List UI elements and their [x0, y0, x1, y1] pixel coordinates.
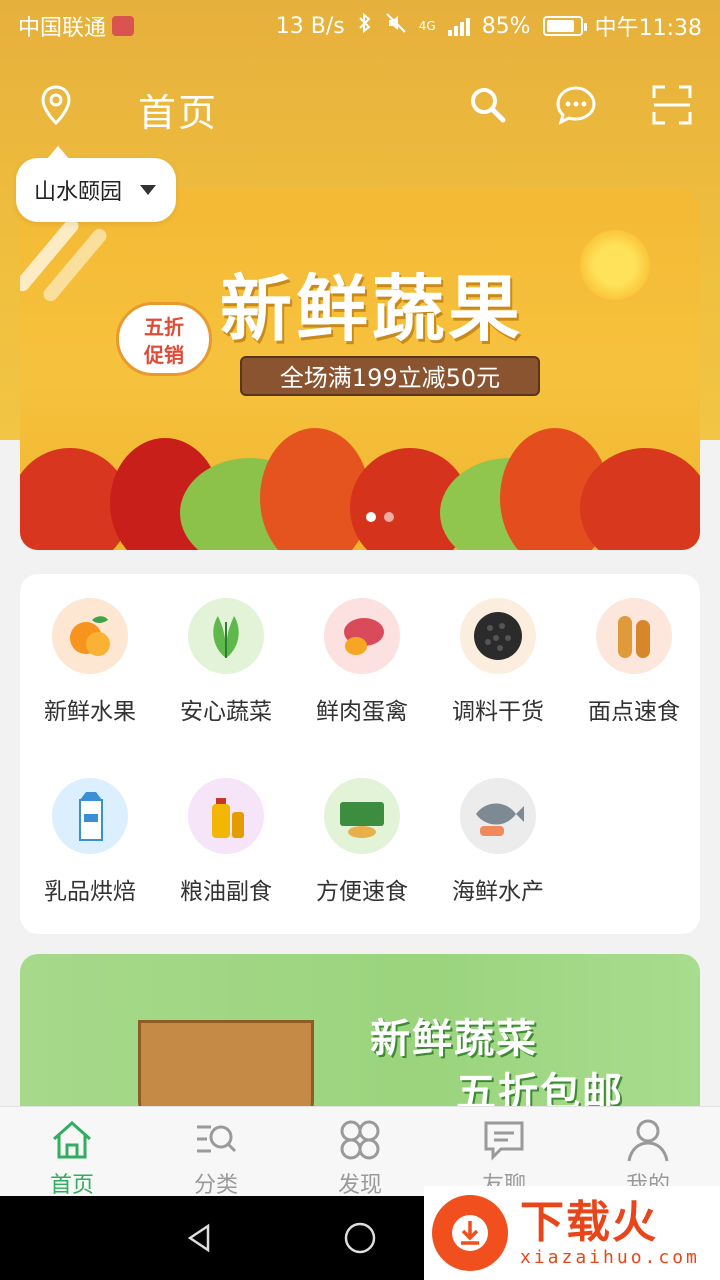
caret-down-icon [140, 185, 157, 195]
tab-profile[interactable]: 我的 [576, 1107, 720, 1198]
carrier-badge-icon [112, 16, 135, 36]
category-item[interactable]: 海鲜水产 [430, 778, 566, 906]
fruit-icon [52, 598, 128, 674]
battery-icon [542, 16, 587, 36]
scan-icon[interactable] [642, 72, 702, 138]
badge-line-2: 促销 [144, 343, 184, 367]
profile-icon [624, 1117, 672, 1163]
oil-icon [188, 778, 264, 854]
instant-noodle-icon [324, 778, 400, 854]
home-icon [48, 1117, 96, 1163]
category-item[interactable]: 粮油副食 [158, 778, 294, 906]
meat-egg-icon [324, 598, 400, 674]
category-item[interactable]: 乳品烘焙 [22, 778, 158, 906]
search-icon[interactable] [458, 72, 518, 138]
category-grid: 新鲜水果 安心蔬菜 鲜肉蛋禽 调料干货 面点速食乳品烘焙 粮油副食 方便速食 海鲜水产 [20, 574, 700, 934]
milk-icon [52, 778, 128, 854]
tab-label: 发现 [337, 1173, 382, 1198]
category-item[interactable]: 方便速食 [294, 778, 430, 906]
category-label: 方便速食 [316, 879, 408, 905]
chat-icon [480, 1117, 528, 1163]
watermark: 下载火 xiazaihuo.com [424, 1186, 720, 1280]
page-title: 首页 [138, 91, 219, 135]
carrier-name: 中国联通 [18, 16, 107, 41]
signal-icon [447, 16, 470, 36]
category-item[interactable]: 新鲜水果 [22, 598, 158, 726]
discover-icon [336, 1117, 384, 1163]
category-label: 海鲜水产 [452, 879, 544, 905]
location-selector[interactable]: 山水颐园 [16, 146, 176, 222]
tab-home[interactable]: 首页 [0, 1107, 144, 1198]
location-name: 山水颐园 [34, 180, 123, 205]
battery-percent: 85% [481, 13, 531, 39]
message-icon[interactable] [546, 72, 606, 138]
watermark-cn: 下载火 [520, 1196, 658, 1248]
net-speed: 13 B/s [275, 13, 345, 39]
category-item[interactable]: 调料干货 [430, 598, 566, 726]
home-nav-icon[interactable] [340, 1218, 380, 1258]
watermark-en: xiazaihuo.com [520, 1246, 700, 1268]
banner-headline: 新鲜蔬果 [220, 266, 525, 351]
app-header: 首页 [0, 72, 720, 138]
category-item[interactable]: 鲜肉蛋禽 [294, 598, 430, 726]
category-label: 调料干货 [452, 699, 544, 725]
bread-icon [596, 598, 672, 674]
category-label: 鲜肉蛋禽 [316, 699, 408, 725]
category-label: 粮油副食 [180, 879, 272, 905]
category-label: 面点速食 [588, 699, 680, 725]
mute-icon [385, 12, 407, 40]
category-label: 安心蔬菜 [180, 699, 272, 725]
bluetooth-icon [357, 12, 373, 40]
back-icon[interactable] [180, 1218, 220, 1258]
banner-promo-text: 全场满199立减50元 [240, 356, 540, 396]
tab-label: 首页 [49, 1173, 94, 1198]
fish-icon [460, 778, 536, 854]
download-logo-icon [432, 1195, 508, 1271]
tab-discover[interactable]: 发现 [288, 1107, 432, 1198]
vegetable-icon [188, 598, 264, 674]
category-item[interactable]: 安心蔬菜 [158, 598, 294, 726]
category-label: 新鲜水果 [44, 699, 136, 725]
pagination-dot [366, 512, 376, 522]
tab-label: 分类 [193, 1173, 238, 1198]
sun-icon [580, 230, 650, 300]
bottom-tab-bar: 首页 分类 发现 友聊我的 [0, 1106, 720, 1198]
status-bar: 中国联通 13 B/s 4G 85% 中午11:38 [0, 0, 720, 52]
vegetable-banner[interactable]: 新鲜蔬菜 五折包邮 [20, 954, 700, 1114]
category-item[interactable]: 面点速食 [566, 598, 702, 726]
promo-banner[interactable]: 五折 促销 新鲜蔬果 全场满199立减50元 [20, 190, 700, 550]
badge-line-1: 五折 [144, 315, 184, 339]
category-label: 乳品烘焙 [44, 879, 136, 905]
basket-image [138, 1020, 314, 1114]
location-icon[interactable] [26, 72, 86, 138]
pagination-dot [384, 512, 394, 522]
banner2-line-1: 新鲜蔬菜 [370, 1016, 538, 1062]
tab-category[interactable]: 分类 [144, 1107, 288, 1198]
category-icon [192, 1117, 240, 1163]
clock: 中午11:38 [594, 16, 702, 41]
tab-chat[interactable]: 友聊 [432, 1107, 576, 1198]
banner-pagination [366, 512, 394, 522]
network-type: 4G [418, 19, 436, 33]
discount-badge: 五折 促销 [116, 302, 212, 376]
spice-icon [460, 598, 536, 674]
